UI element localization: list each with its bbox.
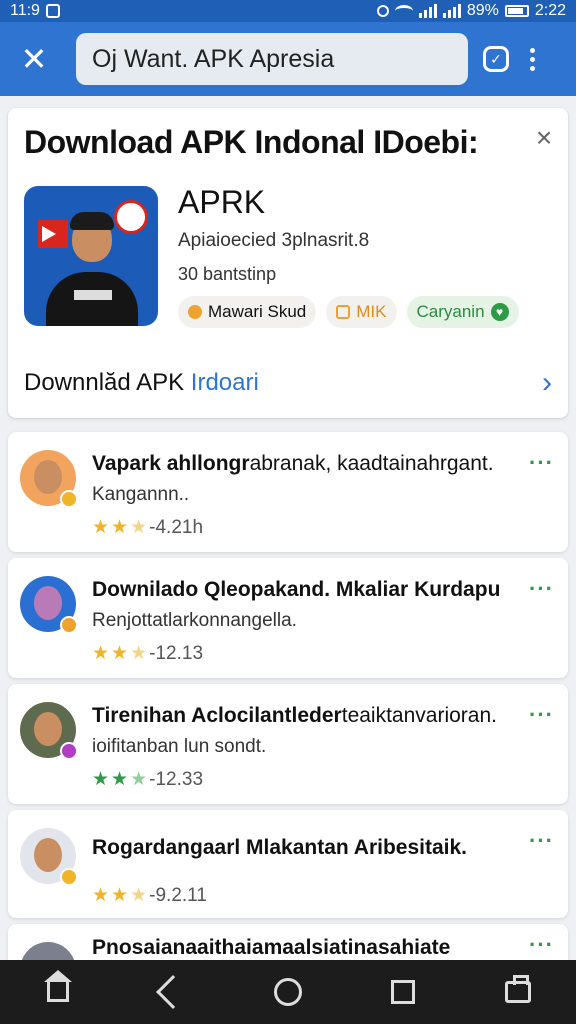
bag-icon: [336, 305, 351, 319]
battery-percent: 89%: [466, 2, 499, 19]
star-icon: ★: [111, 769, 129, 790]
review-text: Renjottatlarkonnangella.: [92, 610, 297, 631]
rating-stars: ★ ★ ★ -9.2.11: [92, 884, 207, 907]
badge-icon: [60, 868, 78, 886]
avatar: [20, 450, 78, 508]
avatar: [20, 702, 78, 760]
download-highlight: Irdoari: [190, 369, 259, 396]
close-icon[interactable]: ×: [532, 124, 556, 152]
review-author: Downilado Qleopakand. Mkaliar Kurdapu: [92, 578, 501, 601]
badge-icon: [60, 490, 78, 508]
navigation-bar: [0, 960, 576, 1024]
star-icon: ★: [92, 885, 110, 906]
check-icon: ✓: [483, 46, 509, 72]
rating-stars: ★ ★ ★ -4.21h: [92, 516, 203, 539]
star-half-icon: ★: [130, 769, 148, 790]
wifi-icon: [394, 5, 413, 17]
app-logo-icon[interactable]: ✕: [12, 37, 56, 81]
verified-button[interactable]: ✓: [476, 39, 516, 79]
list-item[interactable]: Rogardangaarl Mlakantan Aribesitaik. ★ ★ ★…: [8, 810, 568, 918]
status-clock: 2:22: [534, 2, 566, 19]
battery-icon: [504, 5, 529, 17]
review-author: Tirenihan Aclocilantleder: [92, 704, 342, 727]
notification-icon: [45, 4, 60, 18]
chip-caryanin[interactable]: Caryanin ♥: [406, 296, 519, 328]
square-icon: [391, 980, 416, 1004]
review-meta: -9.2.11: [149, 884, 207, 906]
app-details-card: Download APK Indonal IDoebi: × APRK Apia…: [8, 108, 568, 418]
tag-chips: Mawari Skud MIK Caryanin ♥: [178, 296, 519, 328]
app-name: APRK: [178, 184, 266, 220]
back-button[interactable]: [151, 970, 195, 1014]
star-icon: ★: [92, 643, 110, 664]
home-button[interactable]: [36, 970, 80, 1014]
chevron-right-icon: ›: [542, 366, 552, 399]
home-icon: [43, 970, 72, 1002]
badge-icon: [60, 742, 78, 760]
card-title: Download APK Indonal IDoebi:: [24, 124, 479, 160]
app-developer[interactable]: Apiaioecied 3plnasrit.8: [178, 230, 369, 252]
more-options-icon[interactable]: [530, 47, 535, 71]
signal-icon-2: [442, 4, 461, 18]
shield-icon: [188, 305, 202, 319]
rating-stars: ★ ★ ★ -12.13: [92, 642, 203, 665]
download-label: Downnlăd APK: [24, 369, 191, 396]
app-bar: ✕ ✓: [0, 22, 576, 96]
star-icon: ★: [111, 643, 129, 664]
app-installs: 30 bantstinp: [178, 264, 277, 284]
list-item[interactable]: Vapark ahllongrabranak, kaadtainahrgant.…: [8, 432, 568, 552]
emblem-icon: [114, 200, 148, 234]
review-author: Pnosaianaaithaiamaalsiatinasahiate: [92, 936, 451, 959]
star-icon: ★: [92, 517, 110, 538]
review-text: Kangannn..: [92, 484, 190, 505]
more-options-icon[interactable]: ···: [529, 932, 554, 958]
star-half-icon: ★: [130, 517, 148, 538]
avatar: [20, 576, 78, 634]
review-meta: -12.13: [149, 642, 204, 664]
assistant-button[interactable]: [266, 970, 310, 1014]
circle-icon: [273, 978, 302, 1006]
star-icon: ★: [111, 517, 129, 538]
list-item[interactable]: Tirenihan Aclocilantlederteaiktanvariora…: [8, 684, 568, 804]
review-author: Vapark ahllongr: [92, 452, 250, 475]
star-half-icon: ★: [130, 885, 148, 906]
list-item[interactable]: Downilado Qleopakand. Mkaliar Kurdapu Re…: [8, 558, 568, 678]
chip-mawari[interactable]: Mawari Skud: [178, 296, 317, 328]
app-icon[interactable]: [24, 186, 158, 326]
signal-icon: [418, 4, 437, 18]
search-input[interactable]: [92, 44, 452, 74]
more-options-icon[interactable]: ···: [529, 702, 554, 728]
more-options-icon[interactable]: ···: [529, 576, 554, 602]
star-icon: ★: [111, 885, 129, 906]
review-author: Rogardangaarl Mlakantan Aribesitaik.: [92, 836, 467, 859]
more-options-icon[interactable]: ···: [529, 828, 554, 854]
chip-mik[interactable]: MIK: [326, 296, 397, 328]
badge-icon: [60, 616, 78, 634]
store-button[interactable]: [496, 970, 540, 1014]
more-options-icon[interactable]: ···: [529, 450, 554, 476]
review-list: Vapark ahllongrabranak, kaadtainahrgant.…: [8, 432, 568, 998]
search-bar[interactable]: [76, 33, 468, 85]
star-half-icon: ★: [130, 643, 148, 664]
review-text: ioifitanban lun sondt.: [92, 736, 267, 757]
heart-icon: ♥: [490, 303, 509, 321]
star-icon: ★: [92, 769, 110, 790]
flag-icon: [38, 220, 68, 248]
bag-icon: [505, 975, 532, 1003]
rating-stars: ★ ★ ★ -12.33: [92, 768, 203, 791]
review-meta: -4.21h: [149, 516, 204, 538]
avatar: [20, 828, 78, 886]
alarm-icon: [376, 5, 389, 17]
status-bar: 11:9 89% 2:22: [0, 0, 576, 22]
status-time: 11:9: [10, 2, 40, 19]
back-icon: [155, 975, 190, 1009]
review-meta: -12.33: [149, 768, 204, 790]
download-link[interactable]: Downnlăd APK Irdoari ›: [24, 366, 552, 400]
recents-button[interactable]: [381, 970, 425, 1014]
